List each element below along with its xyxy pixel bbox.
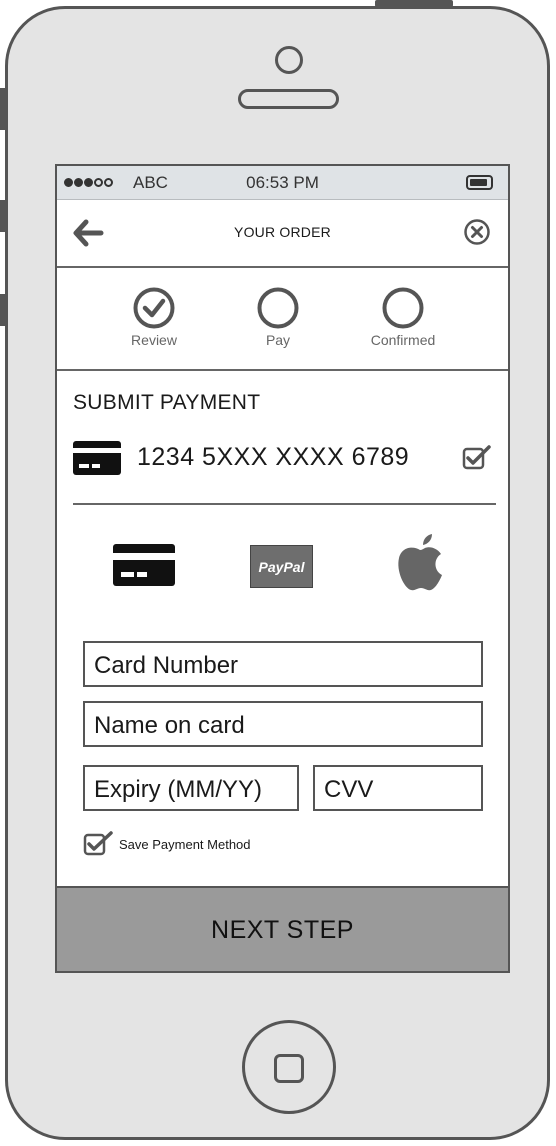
- saved-card-row[interactable]: 1234 5XXX XXXX 6789: [73, 436, 493, 480]
- step-review: Review: [99, 286, 209, 348]
- step-label: Confirmed: [370, 332, 436, 348]
- step-label: Review: [131, 332, 177, 348]
- credit-card-method-button[interactable]: [113, 544, 175, 591]
- apple-pay-method-button[interactable]: [394, 533, 446, 598]
- paypal-method-button[interactable]: PayPal: [250, 545, 313, 588]
- status-time: 06:53 PM: [246, 173, 319, 192]
- name-on-card-field[interactable]: Name on card: [83, 701, 483, 747]
- mute-switch: [0, 88, 6, 130]
- payment-methods: PayPal: [57, 531, 508, 595]
- step-label: Pay: [265, 332, 291, 348]
- checkbox-checked-icon[interactable]: [83, 830, 115, 856]
- divider: [73, 503, 496, 505]
- next-step-button[interactable]: NEXT STEP: [57, 886, 508, 971]
- volume-up-button: [0, 200, 6, 232]
- power-button: [375, 0, 453, 7]
- step-confirmed: Confirmed: [348, 286, 458, 348]
- credit-card-icon: [113, 544, 175, 586]
- front-camera: [275, 46, 303, 74]
- credit-card-icon: [73, 441, 121, 475]
- checkbox-checked-icon[interactable]: [462, 444, 492, 470]
- top-bar: YOUR ORDER: [57, 200, 508, 268]
- empty-circle-icon: [382, 287, 424, 329]
- progress-steps: Review Pay Confirmed: [57, 268, 508, 371]
- empty-circle-icon: [257, 287, 299, 329]
- volume-down-button: [0, 294, 6, 326]
- apple-icon: [398, 534, 442, 591]
- earpiece-speaker: [238, 89, 339, 109]
- home-button-icon: [274, 1054, 304, 1083]
- card-number: 1234 5XXX XXXX 6789: [137, 443, 410, 471]
- close-circle-icon: [464, 219, 490, 245]
- battery-icon: [466, 175, 493, 190]
- app-screen: ABC 06:53 PM YOUR ORDER Review Pay Confi…: [55, 164, 510, 973]
- step-pay: Pay: [223, 286, 333, 348]
- section-title: SUBMIT PAYMENT: [73, 391, 261, 414]
- check-circle-icon: [133, 287, 175, 329]
- save-payment-method-label: Save Payment Method: [119, 837, 251, 852]
- close-button[interactable]: [463, 218, 491, 246]
- status-bar: ABC 06:53 PM: [57, 166, 508, 200]
- page-title: YOUR ORDER: [234, 224, 331, 240]
- expiry-field[interactable]: Expiry (MM/YY): [83, 765, 299, 811]
- card-number-field[interactable]: Card Number: [83, 641, 483, 687]
- cvv-field[interactable]: CVV: [313, 765, 483, 811]
